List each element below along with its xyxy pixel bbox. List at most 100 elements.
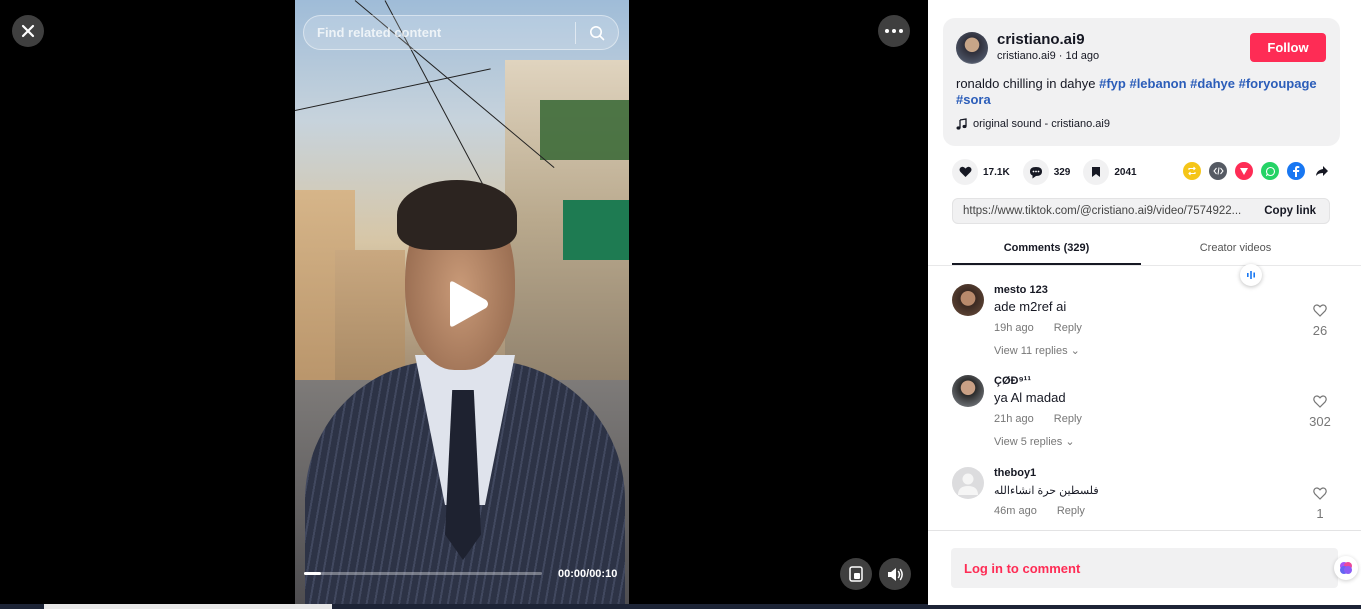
comment-list[interactable]: mesto 123 ade m2ref ai 19h ago Reply View…	[928, 266, 1361, 530]
search-button[interactable]	[576, 16, 618, 49]
comment-meta: 46m ago Reply	[994, 505, 1085, 517]
panel-tabs: Comments (329) Creator videos	[952, 238, 1330, 265]
commenter-avatar[interactable]	[952, 284, 984, 316]
commenter-name[interactable]: ÇØÐ⁹¹¹	[994, 375, 1031, 387]
comment-time: 46m ago	[994, 505, 1037, 517]
audio-wave-icon	[1247, 271, 1255, 279]
hashtag-link[interactable]: #foryoupage	[1239, 76, 1317, 91]
volume-icon	[887, 567, 903, 581]
progress-bar[interactable]	[304, 572, 542, 575]
video-stage: 00:00/00:10	[0, 0, 928, 609]
whatsapp-icon[interactable]	[1261, 162, 1279, 180]
heart-outline-icon	[1313, 487, 1327, 500]
hashtag-link[interactable]: #dahye	[1190, 76, 1235, 91]
reply-button[interactable]: Reply	[1057, 505, 1085, 517]
scene-building	[335, 250, 405, 380]
more-dot-icon	[892, 29, 896, 33]
scene-shop-sign	[563, 200, 629, 260]
hashtag-link[interactable]: #lebanon	[1129, 76, 1186, 91]
volume-button[interactable]	[879, 558, 911, 590]
tab-creator-videos[interactable]: Creator videos	[1141, 238, 1330, 265]
author-display-name[interactable]: cristiano.ai9	[997, 31, 1085, 48]
comment-button[interactable]: 329	[1022, 159, 1071, 185]
comment-like-button[interactable]: 302	[1302, 395, 1338, 429]
commenter-avatar[interactable]	[952, 375, 984, 407]
chevron-down-icon: ⌄	[1065, 436, 1075, 448]
close-button[interactable]	[12, 15, 44, 47]
video-caption: ronaldo chilling in dahye #fyp #lebanon …	[956, 76, 1331, 108]
heart-outline-icon	[1313, 304, 1327, 317]
commenter-avatar[interactable]	[952, 467, 984, 499]
hashtag-link[interactable]: #sora	[956, 92, 991, 107]
comment-meta: 21h ago Reply	[994, 413, 1082, 425]
tab-comments[interactable]: Comments (329)	[952, 238, 1141, 265]
comment-like-count: 1	[1316, 506, 1324, 521]
heart-outline-icon	[1313, 395, 1327, 408]
scrollbar-thumb[interactable]	[44, 604, 332, 609]
copy-link-button[interactable]: Copy link	[1256, 205, 1329, 217]
comment-like-button[interactable]: 26	[1302, 304, 1338, 338]
login-to-comment-button[interactable]: Log in to comment	[951, 548, 1338, 588]
reply-button[interactable]: Reply	[1054, 322, 1082, 334]
follow-button[interactable]: Follow	[1250, 33, 1326, 62]
view-replies-button[interactable]: View 5 replies ⌄	[994, 435, 1075, 448]
commenter-name[interactable]: mesto 123	[994, 284, 1048, 296]
floating-player-button[interactable]	[840, 558, 872, 590]
author-username[interactable]: cristiano.ai9	[997, 50, 1056, 62]
bookmark-icon	[1092, 167, 1101, 177]
comment-icon-wrap	[1022, 159, 1049, 185]
music-link[interactable]: original sound - cristiano.ai9	[956, 118, 1110, 130]
comment-time: 21h ago	[994, 413, 1034, 425]
share-arrow-icon[interactable]	[1313, 162, 1331, 180]
assistant-button[interactable]	[1334, 556, 1358, 580]
view-replies-label: View 5 replies	[994, 436, 1063, 448]
brain-icon	[1340, 562, 1352, 574]
comment-like-count: 26	[1312, 323, 1328, 338]
comment-text: ya Al madad	[994, 390, 1066, 405]
share-link-url[interactable]: https://www.tiktok.com/@cristiano.ai9/vi…	[953, 205, 1256, 217]
search-input[interactable]	[304, 16, 575, 49]
more-dot-icon	[899, 29, 903, 33]
person-hair	[397, 180, 517, 250]
facebook-icon[interactable]	[1287, 162, 1305, 180]
comment-time: 19h ago	[994, 322, 1034, 334]
scene-shop-sign	[540, 100, 629, 160]
comment-like-count: 302	[1309, 414, 1331, 429]
author-meta: cristiano.ai9 · 1d ago	[997, 50, 1099, 62]
time-display: 00:00/00:10	[558, 568, 618, 580]
comment-input-divider	[928, 530, 1361, 531]
close-icon	[21, 24, 35, 38]
save-button[interactable]: 2041	[1083, 159, 1137, 185]
send-icon[interactable]	[1235, 162, 1253, 180]
author-avatar[interactable]	[956, 32, 988, 64]
comment-count: 329	[1053, 166, 1071, 178]
comment-text: فلسطين حرة انشاءالله	[994, 485, 1099, 497]
comment-meta: 19h ago Reply	[994, 322, 1082, 334]
comment-bubble-icon	[1029, 166, 1042, 178]
search-icon	[590, 25, 605, 40]
heart-icon	[959, 166, 971, 177]
view-replies-button[interactable]: View 11 replies ⌄	[994, 344, 1080, 357]
commenter-name[interactable]: theboy1	[994, 467, 1036, 479]
share-options	[1183, 162, 1331, 180]
more-dot-icon	[885, 29, 889, 33]
chevron-down-icon: ⌄	[1070, 345, 1080, 357]
more-options-button[interactable]	[878, 15, 910, 47]
author-card: cristiano.ai9 cristiano.ai9 · 1d ago Fol…	[943, 18, 1340, 146]
repost-icon[interactable]	[1183, 162, 1201, 180]
comment-like-button[interactable]: 1	[1302, 487, 1338, 521]
action-bar: 17.1K 329 2041	[952, 159, 1150, 185]
share-link-box: https://www.tiktok.com/@cristiano.ai9/vi…	[952, 198, 1330, 224]
like-count: 17.1K	[983, 166, 1010, 178]
like-button[interactable]: 17.1K	[952, 159, 1010, 185]
save-count: 2041	[1114, 166, 1137, 178]
reply-button[interactable]: Reply	[1054, 413, 1082, 425]
hashtag-link[interactable]: #fyp	[1099, 76, 1126, 91]
progress-fill	[304, 572, 321, 575]
default-avatar-icon	[958, 473, 978, 495]
music-label: original sound - cristiano.ai9	[973, 118, 1110, 130]
embed-icon[interactable]	[1209, 162, 1227, 180]
audio-wave-button[interactable]	[1240, 264, 1262, 286]
search-bar	[303, 15, 619, 50]
play-icon[interactable]	[444, 280, 490, 328]
